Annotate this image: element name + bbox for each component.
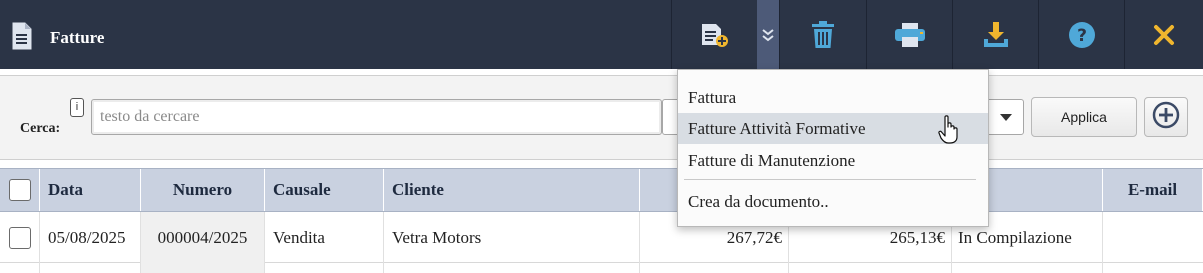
delete-button[interactable] <box>779 0 866 69</box>
document-icon <box>11 22 33 50</box>
column-header-cliente[interactable]: Cliente <box>384 169 640 211</box>
print-button[interactable] <box>866 0 952 69</box>
table-row[interactable] <box>0 263 1203 273</box>
close-button[interactable] <box>1124 0 1203 69</box>
row-select-cell <box>0 212 40 263</box>
column-header-causale[interactable]: Causale <box>265 169 384 211</box>
new-document-icon <box>700 22 730 48</box>
select-all-checkbox[interactable] <box>8 179 31 201</box>
caret-down-icon[interactable] <box>987 100 1023 134</box>
hand-cursor-icon <box>938 115 960 145</box>
svg-text:?: ? <box>1077 26 1087 46</box>
help-icon: ? <box>1068 21 1096 49</box>
menu-separator <box>684 179 976 180</box>
cell-importo <box>640 263 789 273</box>
cell-cliente: Vetra Motors <box>384 212 640 263</box>
add-filter-button[interactable] <box>1144 97 1188 137</box>
cell-stato <box>952 263 1103 273</box>
column-header-numero[interactable]: Numero <box>141 169 265 211</box>
menu-item-fatture-manutenzione[interactable]: Fatture di Manutenzione <box>678 145 988 176</box>
window-title: Fatture <box>50 28 105 47</box>
more-options-button[interactable] <box>757 0 779 69</box>
filter-bar: Cerca: i Applica <box>0 75 1203 160</box>
printer-icon <box>894 22 926 48</box>
info-icon[interactable]: i <box>70 98 84 117</box>
search-input[interactable] <box>91 99 662 135</box>
cell-causale <box>265 263 384 273</box>
title-bar: Fatture ? <box>0 0 1203 69</box>
table-row[interactable]: 05/08/2025 000004/2025 Vendita Vetra Mot… <box>0 212 1203 263</box>
cell-data: 05/08/2025 <box>40 212 141 263</box>
apply-button[interactable]: Applica <box>1031 97 1137 137</box>
cell-data <box>40 263 141 273</box>
cell-numero: 000004/2025 <box>141 212 265 263</box>
menu-item-fattura[interactable]: Fattura <box>678 82 988 113</box>
double-chevron-down-icon <box>761 27 775 43</box>
cell-numero <box>141 263 265 273</box>
search-label: Cerca: <box>20 121 61 136</box>
cell-cliente <box>384 263 640 273</box>
close-icon <box>1153 24 1175 46</box>
select-all-cell <box>0 169 40 211</box>
cell-imponibile <box>789 263 952 273</box>
menu-item-crea-da-documento[interactable]: Crea da documento.. <box>678 186 988 217</box>
download-icon <box>983 21 1009 49</box>
cell-causale: Vendita <box>265 212 384 263</box>
plus-circle-icon <box>1152 101 1180 134</box>
cell-email <box>1103 212 1203 263</box>
new-document-menu: Fattura Fatture Attività Formative Fattu… <box>677 69 989 227</box>
column-header-data[interactable]: Data <box>40 169 141 211</box>
help-button[interactable]: ? <box>1038 0 1124 69</box>
trash-icon <box>811 20 835 49</box>
download-button[interactable] <box>952 0 1038 69</box>
new-document-button[interactable] <box>671 0 757 69</box>
column-header-email[interactable]: E-mail <box>1103 169 1203 211</box>
row-select-cell <box>0 263 40 273</box>
table-header: Data Numero Causale Cliente to E-mail <box>0 168 1203 212</box>
row-checkbox[interactable] <box>8 226 31 249</box>
